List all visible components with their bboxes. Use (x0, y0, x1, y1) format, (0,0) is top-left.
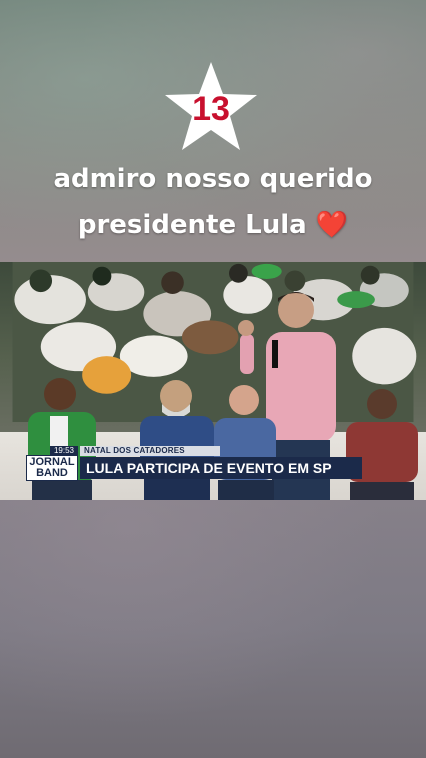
time-stamp: 19:53 (50, 446, 78, 456)
news-headline: LULA PARTICIPA DE EVENTO EM SP (80, 457, 362, 479)
logo-line-2: BAND (36, 467, 68, 479)
caption-line-2: presidente Lula ❤️ (0, 202, 426, 248)
seated-man-lula (140, 380, 214, 500)
star-sticker: 13 (163, 60, 259, 154)
news-kicker: NATAL DOS CATADORES (80, 446, 220, 456)
caption-line-1: admiro nosso querido (53, 164, 373, 194)
seated-man-red-shirt (346, 389, 418, 500)
overlay-caption: admiro nosso querido presidente Lula ❤️ (0, 156, 426, 248)
heart-icon: ❤️ (315, 210, 349, 240)
seated-man-bald (214, 385, 276, 500)
band-news-logo: JORNAL BAND (26, 455, 78, 481)
background-bottom (0, 500, 426, 758)
caption-line-2-text: presidente Lula (77, 210, 307, 240)
star-number: 13 (192, 90, 230, 128)
